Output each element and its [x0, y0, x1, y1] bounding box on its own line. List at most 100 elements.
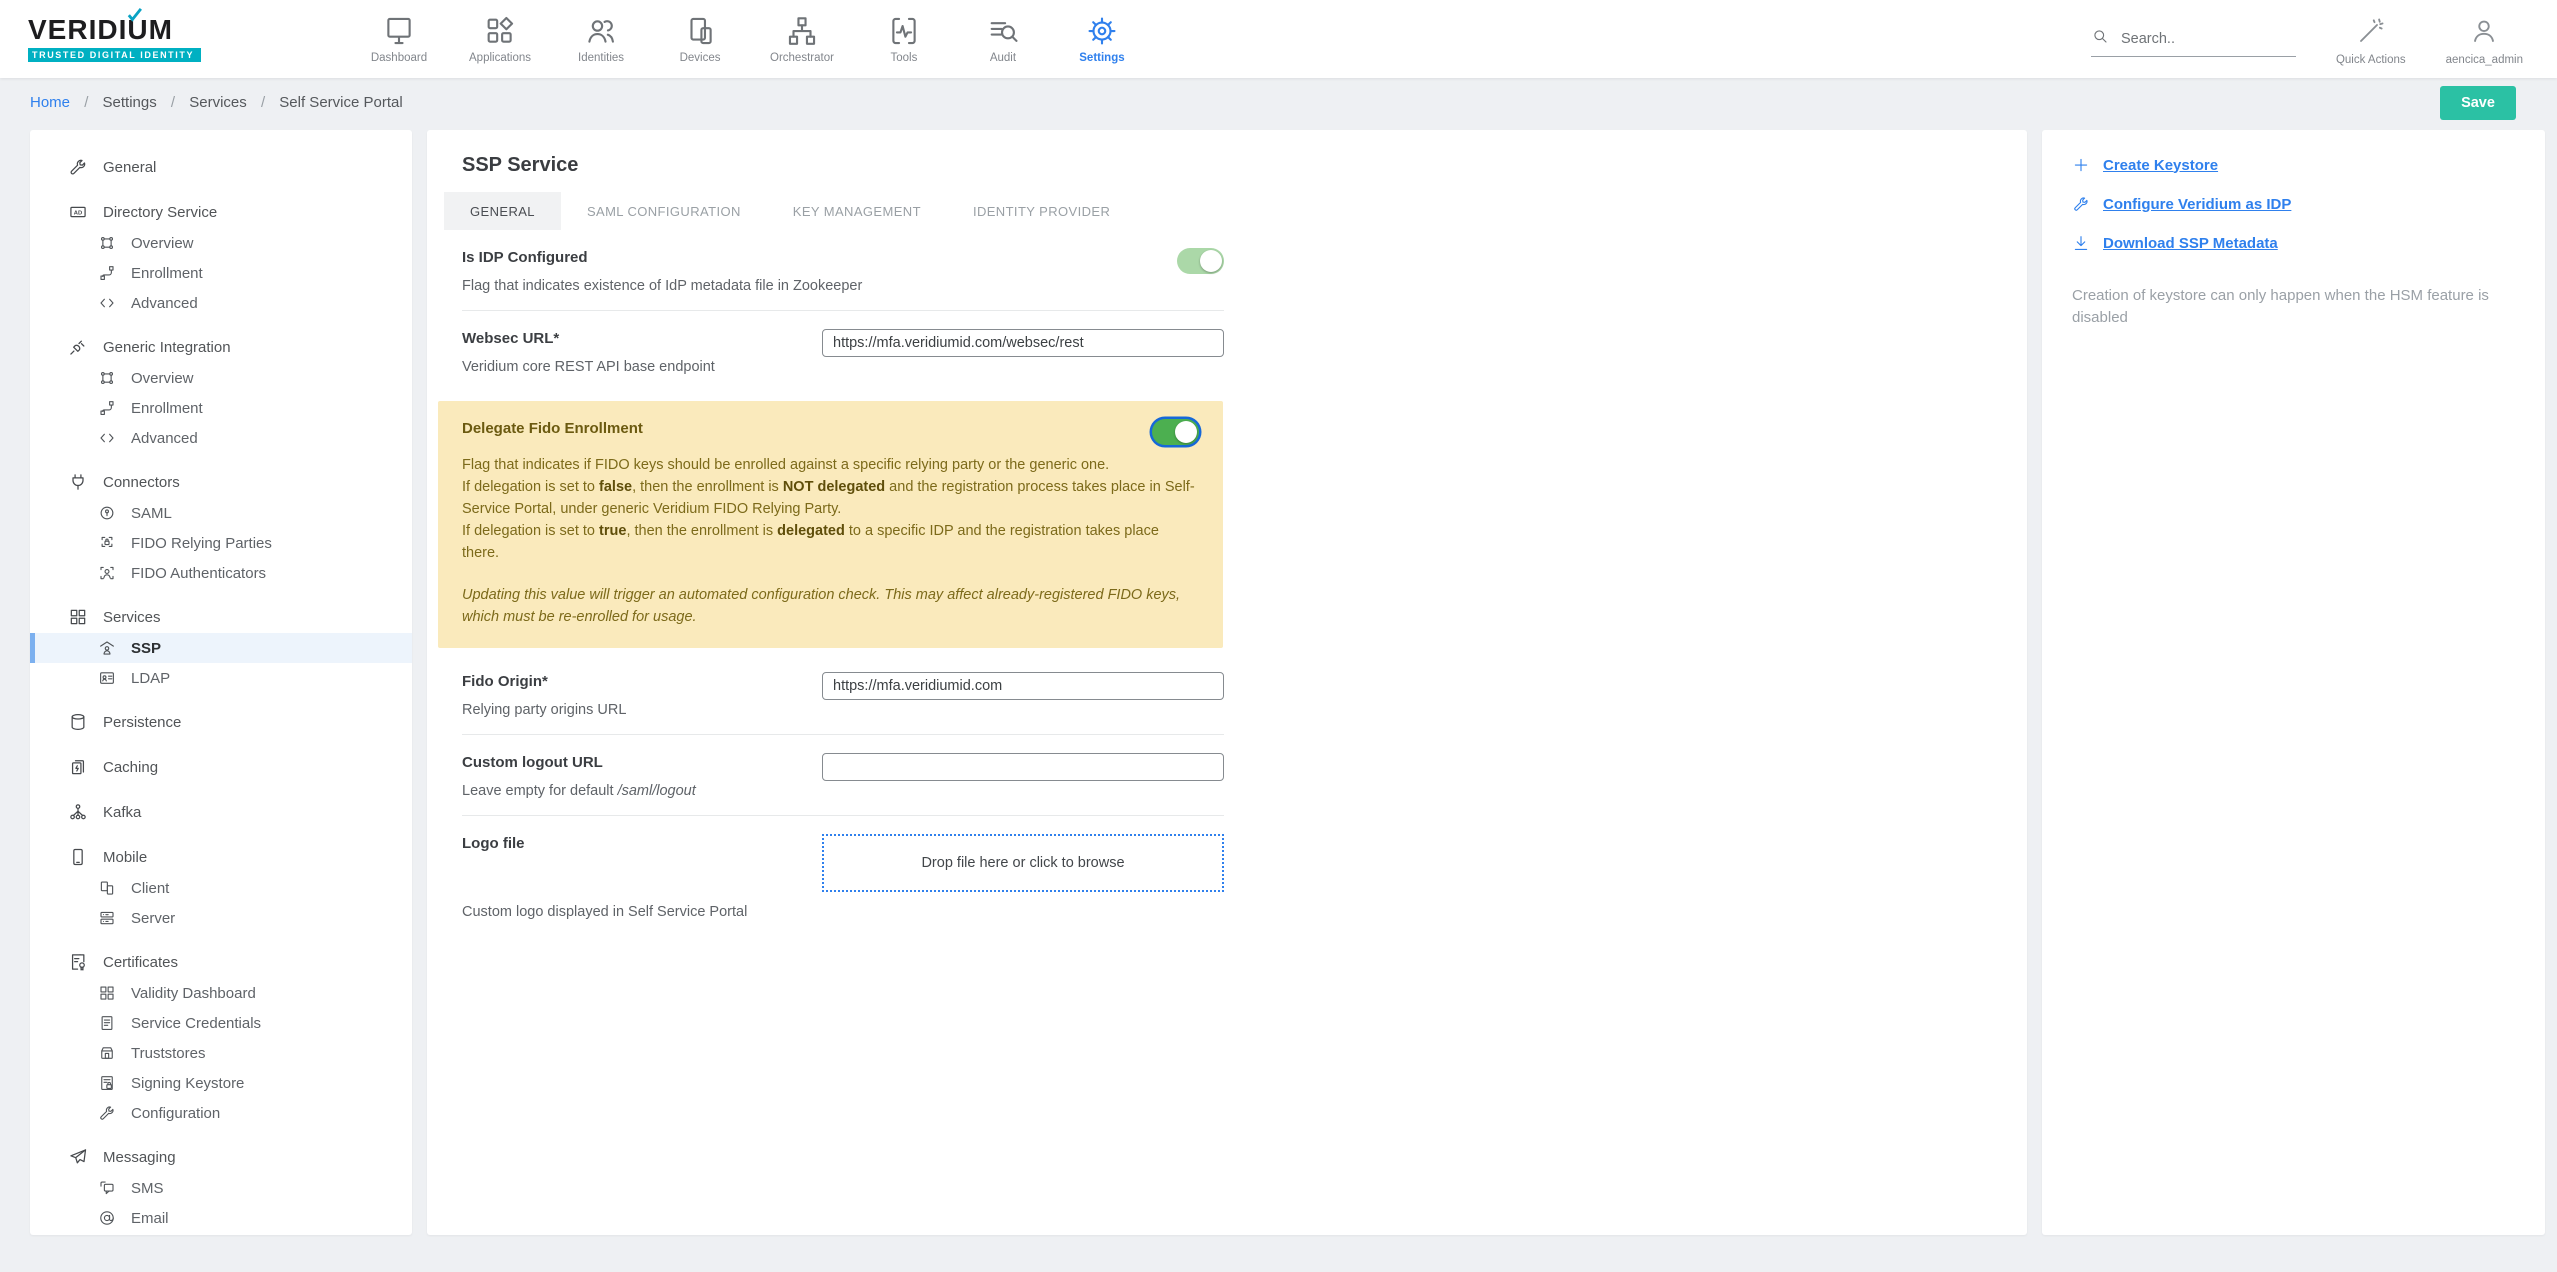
download-icon [2072, 234, 2090, 252]
tab-saml-configuration[interactable]: SAML CONFIGURATION [561, 192, 767, 230]
devices-small-icon [98, 879, 116, 897]
field-logo-file: Logo file Drop file here or click to bro… [462, 816, 1224, 896]
field-custom-logout-url: Custom logout URL Leave empty for defaul… [462, 735, 1224, 816]
brand-text: VERIDIUM [28, 14, 173, 45]
field-label: Custom logout URL [462, 754, 603, 771]
field-websec-url: Websec URL* Veridium core REST API base … [462, 311, 1224, 391]
nav-item-identities[interactable]: Identities [572, 14, 630, 64]
sidebar-item-service-credentials[interactable]: Service Credentials [30, 1008, 412, 1038]
action-download-ssp-metadata[interactable]: Download SSP Metadata [2072, 234, 2515, 252]
sidebar-item-sms[interactable]: SMS [30, 1173, 412, 1203]
settings-sidebar: General AD Directory Service Overview En… [30, 130, 412, 1235]
sidebar-item-general[interactable]: General [30, 151, 412, 183]
sidebar-item-persistence[interactable]: Persistence [30, 706, 412, 738]
sidebar-item-generic-integration[interactable]: Generic Integration [30, 331, 412, 363]
field-description: Relying party origins URL [462, 702, 627, 718]
sidebar-item-server[interactable]: Server [30, 903, 412, 933]
grid-icon [68, 607, 88, 627]
custom-logout-url-input[interactable] [822, 753, 1224, 781]
sidebar-item-ssp[interactable]: SSP [30, 633, 412, 663]
field-description: Flag that indicates existence of IdP met… [462, 278, 863, 294]
delegate-line-2: If delegation is set to false, then the … [462, 479, 1195, 517]
nav-item-tools[interactable]: Tools [875, 14, 933, 64]
flow-icon [98, 264, 116, 282]
nav-item-audit[interactable]: Audit [974, 14, 1032, 64]
sidebar-item-email[interactable]: Email [30, 1203, 412, 1233]
nav-item-devices[interactable]: Devices [671, 14, 729, 64]
veridium-logo[interactable]: VERIDIUM TRUSTED DIGITAL IDENTITY [28, 7, 258, 63]
sidebar-item-overview[interactable]: Overview [30, 228, 412, 258]
sidebar-item-client[interactable]: Client [30, 873, 412, 903]
sidebar-item-truststores[interactable]: Truststores [30, 1038, 412, 1068]
websec-url-input[interactable] [822, 329, 1224, 357]
cache-icon [68, 757, 88, 777]
flow-icon [98, 399, 116, 417]
doc-lock-icon [98, 1074, 116, 1092]
sidebar-item-advanced[interactable]: Advanced [30, 423, 412, 453]
sidebar-item-enrollment[interactable]: Enrollment [30, 258, 412, 288]
nav-item-dashboard[interactable]: Dashboard [370, 14, 428, 64]
nav-item-settings[interactable]: Settings [1073, 14, 1131, 64]
sidebar-item-overview[interactable]: Overview [30, 363, 412, 393]
quick-actions-button[interactable]: Quick Actions [2336, 16, 2406, 66]
save-button[interactable]: Save [2440, 86, 2516, 120]
delegate-line-3: If delegation is set to true, then the e… [462, 523, 1159, 561]
id-card-icon [98, 669, 116, 687]
sidebar-item-messaging[interactable]: Messaging [30, 1141, 412, 1173]
action-links: Create Keystore Configure Veridium as ID… [2072, 156, 2515, 252]
logo-file-dropzone[interactable]: Drop file here or click to browse [822, 834, 1224, 892]
tab-identity-provider[interactable]: IDENTITY PROVIDER [947, 192, 1136, 230]
fido-origin-input[interactable] [822, 672, 1224, 700]
tools-icon [887, 14, 921, 48]
action-create-keystore[interactable]: Create Keystore [2072, 156, 2515, 174]
nav-item-orchestrator[interactable]: Orchestrator [770, 14, 834, 64]
orchestrator-icon [785, 14, 819, 48]
sidebar-item-connectors[interactable]: Connectors [30, 466, 412, 498]
plus-icon [2072, 156, 2090, 174]
sidebar-item-saml[interactable]: SAML [30, 498, 412, 528]
action-configure-veridium-as-idp[interactable]: Configure Veridium as IDP [2072, 195, 2515, 213]
nav-item-applications[interactable]: Applications [469, 14, 531, 64]
tab-key-management[interactable]: KEY MANAGEMENT [767, 192, 947, 230]
sidebar-item-services[interactable]: Services [30, 601, 412, 633]
gear-icon [1085, 14, 1119, 48]
svg-text:AD: AD [74, 211, 82, 217]
sidebar-item-validity-dashboard[interactable]: Validity Dashboard [30, 978, 412, 1008]
sidebar-item-configuration[interactable]: Configuration [30, 1098, 412, 1128]
user-menu[interactable]: aencica_admin [2446, 16, 2523, 66]
sms-icon [98, 1179, 116, 1197]
wrench-icon [68, 157, 88, 177]
tab-general[interactable]: GENERAL [444, 192, 561, 230]
sidebar-item-certificates[interactable]: Certificates [30, 946, 412, 978]
sidebar-item-signing-keystore[interactable]: Signing Keystore [30, 1068, 412, 1098]
sidebar-item-enrollment[interactable]: Enrollment [30, 393, 412, 423]
delegate-fido-warning-panel: Delegate Fido Enrollment Flag that indic… [438, 401, 1223, 648]
sidebar-item-fido-relying-parties[interactable]: FIDO Relying Parties [30, 528, 412, 558]
doc-lines-icon [98, 1014, 116, 1032]
sidebar-item-mobile[interactable]: Mobile [30, 841, 412, 873]
check-icon [126, 6, 143, 28]
breadcrumb-services[interactable]: Services [189, 94, 247, 111]
search-input[interactable] [2120, 30, 2281, 47]
keystore-hsm-note: Creation of keystore can only happen whe… [2072, 287, 2489, 326]
brand-tagline: TRUSTED DIGITAL IDENTITY [28, 47, 202, 62]
sidebar-item-fido-authenticators[interactable]: FIDO Authenticators [30, 558, 412, 588]
breadcrumb-home[interactable]: Home [30, 94, 70, 111]
delegate-fido-toggle[interactable] [1152, 419, 1199, 445]
kafka-icon [68, 802, 88, 822]
sidebar-item-caching[interactable]: Caching [30, 751, 412, 783]
plug-icon [68, 472, 88, 492]
sidebar-item-directory-service[interactable]: AD Directory Service [30, 196, 412, 228]
logo-file-description: Custom logo displayed in Self Service Po… [462, 904, 748, 920]
sidebar-item-advanced[interactable]: Advanced [30, 288, 412, 318]
username: aencica_admin [2445, 54, 2523, 66]
field-fido-origin: Fido Origin* Relying party origins URL [462, 654, 1224, 735]
sidebar-item-ldap[interactable]: LDAP [30, 663, 412, 693]
sidebar-item-kafka[interactable]: Kafka [30, 796, 412, 828]
wrench-icon [98, 1104, 116, 1122]
person-home-icon [98, 639, 116, 657]
breadcrumb-settings[interactable]: Settings [103, 94, 157, 111]
search-box [2090, 27, 2296, 57]
general-form: Is IDP Configured Flag that indicates ex… [438, 230, 1224, 922]
is-idp-configured-toggle[interactable] [1177, 248, 1224, 274]
